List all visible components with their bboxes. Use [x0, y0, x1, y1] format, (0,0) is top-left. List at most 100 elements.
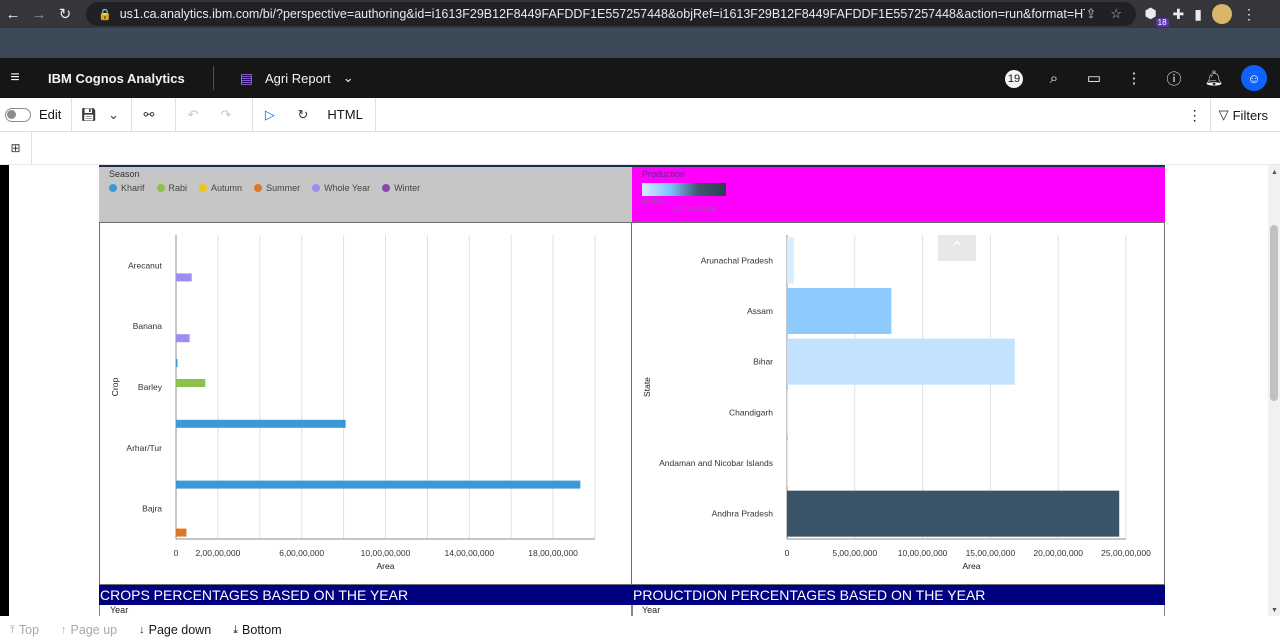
- vertical-scrollbar[interactable]: ▲ ▼: [1268, 165, 1280, 616]
- share-icon[interactable]: ⚯: [132, 107, 165, 123]
- bar: [176, 273, 192, 282]
- x-tick-label: 15,00,00,000: [966, 548, 1016, 558]
- production-legend: Production 69,591.3 16,07,62,28,605: [632, 165, 1165, 222]
- user-icon[interactable]: ☺: [1234, 65, 1274, 91]
- production-legend-title: Production: [642, 169, 686, 179]
- chevron-down-icon[interactable]: ⌄: [343, 70, 354, 86]
- app-header: ≡ IBM Cognos Analytics ▤ Agri Report ⌄ 1…: [0, 58, 1280, 98]
- legend-label: Rabi: [168, 183, 188, 193]
- legend-dot-icon: [382, 184, 391, 192]
- y-tick-label: Bajra: [142, 504, 162, 514]
- y-axis-title: Crop: [110, 378, 120, 397]
- save-dropdown-icon[interactable]: ⌄: [105, 107, 121, 123]
- bar: [176, 379, 206, 387]
- page-down-label: Page down: [148, 623, 212, 637]
- address-bar[interactable]: 🔒 us1.ca.analytics.ibm.com/bi/?perspecti…: [86, 2, 1136, 26]
- search-icon[interactable]: ⌕: [1034, 70, 1074, 87]
- x-axis-title: Area: [377, 561, 395, 571]
- bar: [176, 528, 187, 537]
- production-max-label: 16,07,62,28,605: [672, 207, 716, 213]
- season-legend-item[interactable]: Autumn: [199, 183, 242, 193]
- page-up-label: Page up: [70, 623, 118, 637]
- edit-toggle[interactable]: [5, 107, 31, 122]
- bar: [787, 288, 892, 334]
- bar: [176, 334, 190, 343]
- scroll-up-icon[interactable]: ⌃: [938, 235, 976, 261]
- season-legend: Season Kharif Rabi Autumn Summer Whole Year W…: [99, 165, 632, 222]
- season-legend-item[interactable]: Kharif: [109, 183, 145, 193]
- legend-dot-icon: [312, 184, 321, 192]
- output-format[interactable]: HTML: [327, 107, 362, 122]
- legend-dot-icon: [109, 184, 117, 192]
- puzzle-icon[interactable]: ✚: [1173, 6, 1185, 23]
- bar: [176, 419, 346, 428]
- bookmark-star-icon[interactable]: ☆: [1110, 6, 1122, 22]
- bookmarks-bar: [0, 28, 1280, 58]
- scroll-down-arrow-icon[interactable]: ▼: [1271, 607, 1278, 614]
- bar: [787, 389, 788, 436]
- year-label-left: Year: [110, 605, 129, 615]
- bar: [787, 440, 788, 486]
- top-label: Top: [18, 623, 40, 637]
- back-icon[interactable]: ←: [0, 0, 26, 28]
- season-legend-item[interactable]: Winter: [382, 183, 420, 193]
- refresh-icon[interactable]: ↻: [286, 107, 319, 123]
- comment-icon[interactable]: ▭: [1074, 69, 1114, 87]
- header-divider: [212, 66, 214, 90]
- share-icon[interactable]: ⇪: [1085, 6, 1096, 22]
- reload-icon[interactable]: ↻: [52, 0, 78, 28]
- y-axis-title: State: [642, 377, 652, 397]
- page-down-button[interactable]: ↓ Page down: [139, 623, 211, 637]
- notification-count[interactable]: 19: [994, 69, 1034, 88]
- forward-icon[interactable]: →: [26, 0, 52, 28]
- legend-label: Winter: [394, 183, 421, 193]
- redo-icon[interactable]: ↷: [209, 107, 242, 123]
- x-tick-label: 5,00,00,000: [832, 548, 877, 558]
- season-legend-items: Kharif Rabi Autumn Summer Whole Year Winter: [109, 183, 432, 193]
- season-legend-item[interactable]: Summer: [254, 183, 300, 193]
- chrome-menu-icon[interactable]: ⋮: [1242, 6, 1256, 23]
- bottom-button[interactable]: ⤓ Bottom: [233, 623, 281, 637]
- top-button[interactable]: ⤒ Top: [10, 623, 39, 637]
- more-icon[interactable]: ⋮: [1114, 69, 1154, 87]
- arrow-down-icon: ↓: [139, 624, 145, 636]
- season-legend-title: Season: [109, 169, 140, 179]
- legend-label: Summer: [266, 183, 301, 193]
- season-legend-item[interactable]: Rabi: [156, 183, 188, 193]
- production-min-label: 69,591.3: [642, 199, 666, 205]
- x-tick-label: 6,00,00,000: [279, 548, 324, 558]
- edit-label: Edit: [39, 107, 62, 122]
- state-area-chart: 0 5,00,00,000 10,00,00,000 15,00,00,000 20,0…: [632, 222, 1165, 585]
- bar: [787, 338, 1015, 385]
- x-axis-title: Area: [963, 561, 981, 571]
- undo-icon[interactable]: ↶: [176, 107, 209, 123]
- help-icon[interactable]: ⓘ: [1154, 68, 1194, 89]
- x-tick-label: 10,00,00,000: [898, 548, 948, 558]
- sidepanel-icon[interactable]: ▮: [1194, 6, 1202, 23]
- page-up-button[interactable]: ↑ Page up: [61, 623, 117, 637]
- more-options-icon[interactable]: ⋮: [1180, 107, 1210, 124]
- x-tick-label: 0: [174, 548, 179, 558]
- arrow-up-icon: ↑: [61, 624, 67, 636]
- profile-avatar[interactable]: [1212, 4, 1232, 24]
- save-icon[interactable]: 💾︎: [72, 107, 105, 123]
- scroll-up-arrow-icon[interactable]: ▲: [1271, 169, 1278, 176]
- y-tick-label: Bihar: [753, 357, 773, 367]
- top-icon: ⤒: [10, 623, 15, 636]
- extension-icon[interactable]: ⬢ 18: [1145, 5, 1169, 27]
- filters-label: Filters: [1232, 107, 1268, 123]
- hamburger-icon[interactable]: ≡: [0, 69, 30, 87]
- legend-label: Autumn: [211, 183, 243, 193]
- x-tick-label: 2,00,00,000: [195, 548, 240, 558]
- x-tick-label: 25,00,00,000: [1101, 548, 1151, 558]
- data-tree-icon[interactable]: ⊞: [0, 131, 32, 165]
- y-tick-label: Arunachal Pradesh: [701, 255, 774, 265]
- extension-area: ⬢ 18 ✚ ▮ ⋮: [1145, 4, 1256, 27]
- filters-button[interactable]: ▽ Filters: [1209, 98, 1280, 132]
- run-icon[interactable]: ▷: [253, 107, 286, 123]
- scrollbar-thumb[interactable]: [1270, 225, 1278, 401]
- bell-icon[interactable]: 🔔︎: [1194, 69, 1234, 87]
- season-legend-item[interactable]: Whole Year: [312, 183, 370, 193]
- report-name[interactable]: Agri Report: [265, 71, 331, 86]
- app-title: IBM Cognos Analytics: [48, 70, 185, 86]
